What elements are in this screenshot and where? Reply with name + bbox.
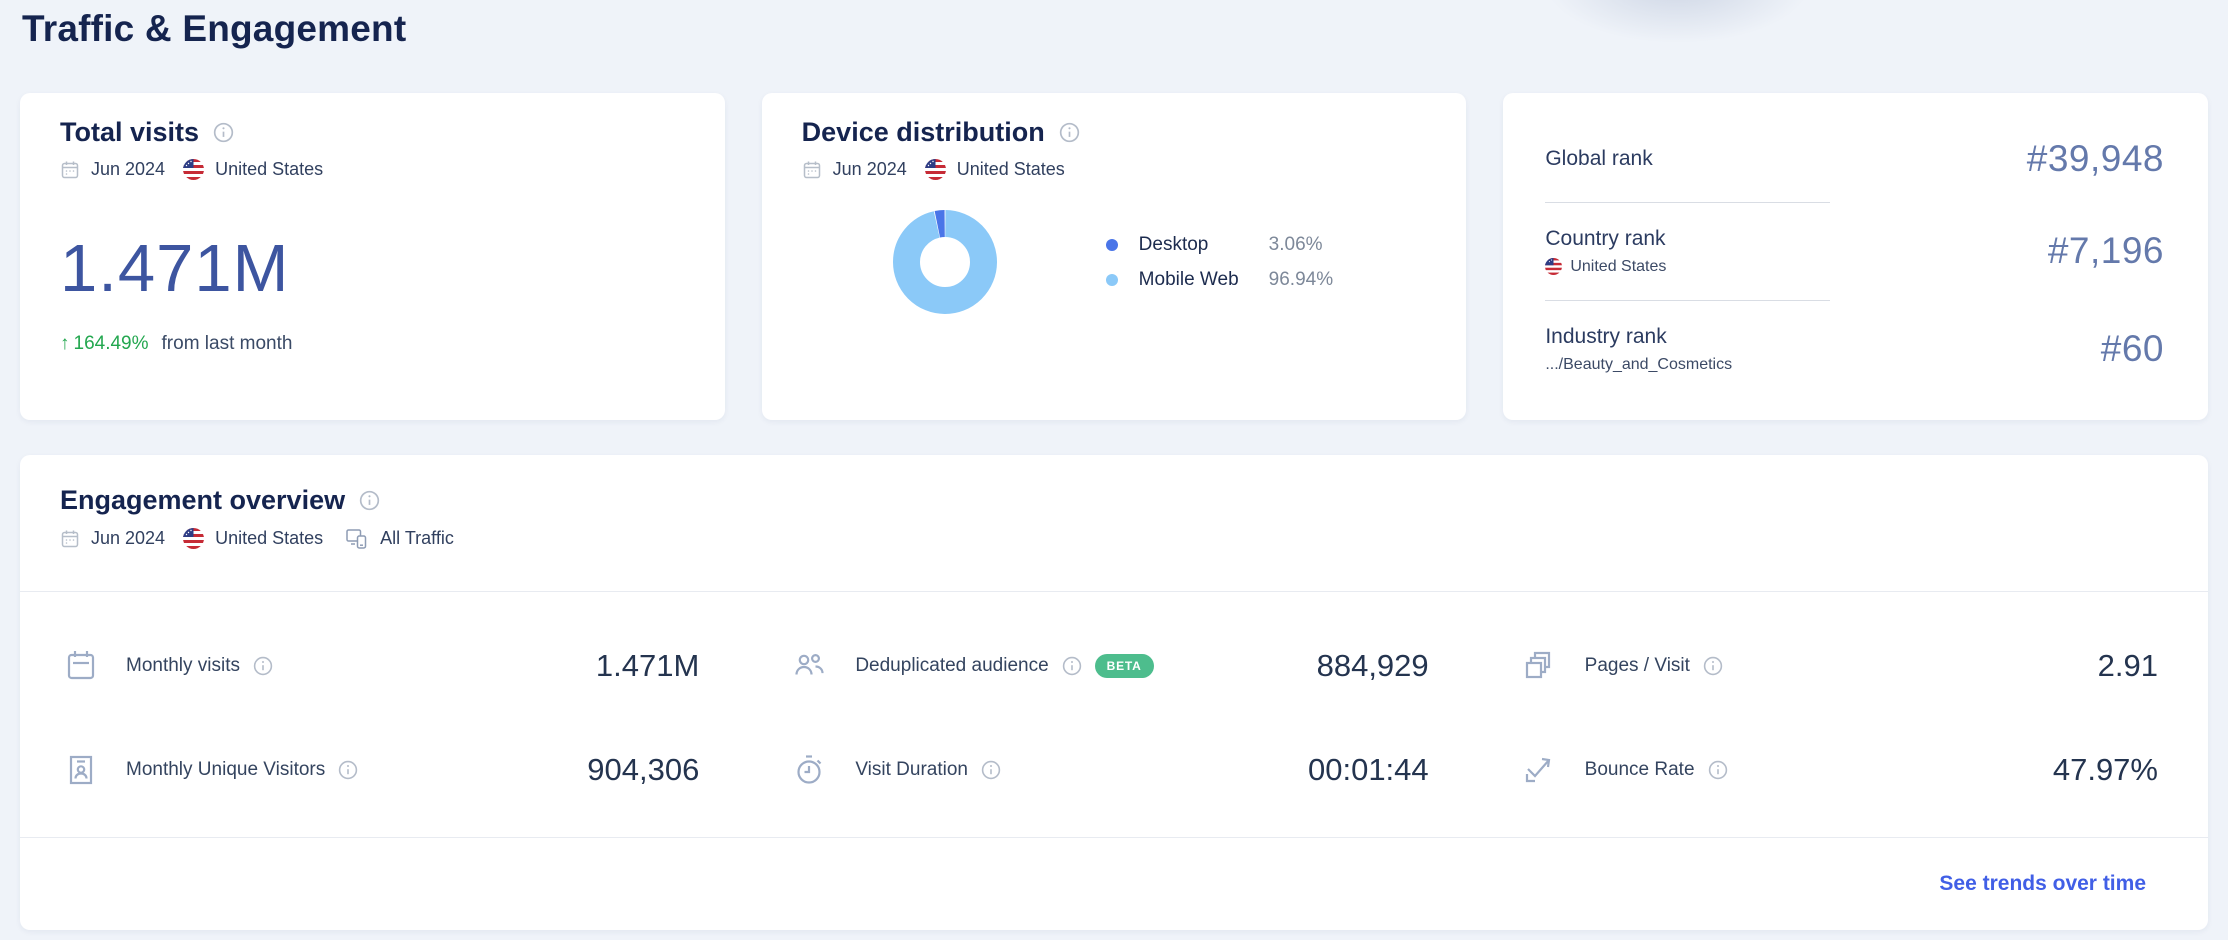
country-rank-row: Country rank United States #7,196 <box>1545 203 2164 300</box>
cutoff-popup-shadow <box>1548 0 1808 42</box>
metric-monthly-visits: Monthly visits 1.471M <box>20 614 749 718</box>
traffic-filter-label: All Traffic <box>380 528 454 548</box>
industry-rank-row: Industry rank .../Beauty_and_Cosmetics #… <box>1545 301 2164 398</box>
period-label: Jun 2024 <box>91 159 166 179</box>
legend-value: 3.06% <box>1268 233 1323 255</box>
country-rank-sub: United States <box>1545 258 1666 276</box>
info-icon[interactable] <box>359 490 380 511</box>
rank-card: Global rank #39,948 Country rank United … <box>1503 93 2209 420</box>
engagement-meta: Jun 2024 United States All Traffic <box>60 527 2168 550</box>
legend-label: Desktop <box>1138 233 1209 255</box>
all-traffic-icon <box>345 527 368 550</box>
metric-label: Deduplicated audience <box>855 655 1049 676</box>
stopwatch-icon <box>793 753 827 787</box>
period-label: Jun 2024 <box>91 528 166 548</box>
summary-cards-row: Total visits Jun 2024 United States 1.47… <box>20 93 2209 420</box>
metric-value: 47.97% <box>2052 752 2158 787</box>
calendar-icon <box>64 649 98 683</box>
legend-value: 96.94% <box>1268 268 1334 290</box>
info-icon[interactable] <box>253 656 273 676</box>
info-icon[interactable] <box>213 122 234 143</box>
metric-label: Monthly visits <box>126 655 241 676</box>
metric-label: Pages / Visit <box>1584 655 1690 676</box>
metric-value: 00:01:44 <box>1307 752 1429 787</box>
info-icon[interactable] <box>1059 122 1080 143</box>
info-icon[interactable] <box>338 760 358 780</box>
beta-badge: BETA <box>1094 654 1154 678</box>
total-visits-card: Total visits Jun 2024 United States 1.47… <box>20 93 725 420</box>
metric-label: Bounce Rate <box>1584 759 1695 780</box>
metric-deduplicated-audience: Deduplicated audience BETA 884,929 <box>749 614 1478 718</box>
info-icon[interactable] <box>1062 656 1082 676</box>
total-visits-meta: Jun 2024 United States <box>60 159 685 180</box>
engagement-title: Engagement overview <box>60 485 346 515</box>
legend-item-mobile-web: Mobile Web 96.94% <box>1105 268 1334 291</box>
country-label: United States <box>215 159 324 179</box>
audience-icon <box>793 649 827 683</box>
total-visits-value: 1.471M <box>60 231 290 306</box>
info-icon[interactable] <box>1708 760 1728 780</box>
info-icon[interactable] <box>981 760 1001 780</box>
device-distribution-title: Device distribution <box>801 117 1045 147</box>
legend-item-desktop: Desktop 3.06% <box>1105 233 1333 256</box>
us-flag-icon <box>183 528 205 549</box>
metric-value: 1.471M <box>595 648 700 683</box>
industry-rank-category: .../Beauty_and_Cosmetics <box>1545 355 1733 373</box>
calendar-icon <box>802 160 822 180</box>
industry-rank-label: Industry rank <box>1545 324 1667 348</box>
metric-visit-duration: Visit Duration 00:01:44 <box>749 718 1478 822</box>
pages-icon <box>1523 649 1557 683</box>
country-rank-label: Country rank <box>1545 226 1666 250</box>
metric-label: Monthly Unique Visitors <box>126 759 326 780</box>
up-arrow-icon: ↑ <box>60 333 70 354</box>
country-rank-value: #7,196 <box>2047 230 2165 271</box>
us-flag-icon <box>1545 258 1563 275</box>
period-label: Jun 2024 <box>832 159 907 179</box>
metric-label: Visit Duration <box>855 759 968 780</box>
total-visits-title: Total visits <box>60 117 200 147</box>
device-donut-chart <box>892 210 997 314</box>
engagement-footer: See trends over time <box>20 837 2208 929</box>
country-label: United States <box>956 159 1065 179</box>
global-rank-label: Global rank <box>1545 146 1653 170</box>
country-label: United States <box>215 528 324 548</box>
change-note: from last month <box>161 333 293 354</box>
page-title: Traffic & Engagement <box>22 8 407 49</box>
calendar-icon <box>60 160 80 180</box>
metric-value: 884,929 <box>1316 648 1429 683</box>
see-trends-link[interactable]: See trends over time <box>1939 872 2146 896</box>
metric-value: 904,306 <box>587 752 700 787</box>
metric-bounce-rate: Bounce Rate 47.97% <box>1479 718 2208 822</box>
engagement-header: Engagement overview Jun 2024 United Stat… <box>20 455 2208 550</box>
metric-pages-per-visit: Pages / Visit 2.91 <box>1479 614 2208 718</box>
metric-monthly-unique-visitors: Monthly Unique Visitors 904,306 <box>20 718 749 822</box>
engagement-metrics-grid: Monthly visits 1.471M Deduplicated audie… <box>20 592 2208 837</box>
change-percent: 164.49% <box>73 333 149 354</box>
global-rank-row: Global rank #39,948 <box>1545 116 2164 202</box>
global-rank-value: #39,948 <box>2026 137 2165 179</box>
desktop-dot-icon <box>1105 238 1118 251</box>
device-distribution-meta: Jun 2024 United States <box>802 159 1427 180</box>
country-rank-country: United States <box>1570 257 1667 275</box>
industry-rank-value: #60 <box>2100 328 2165 369</box>
device-legend: Desktop 3.06% Mobile Web 96.94% <box>1105 233 1334 291</box>
metric-value: 2.91 <box>2097 648 2158 683</box>
us-flag-icon <box>924 159 946 180</box>
legend-label: Mobile Web <box>1138 268 1239 290</box>
us-flag-icon <box>183 159 205 180</box>
device-distribution-card: Device distribution Jun 2024 United Stat… <box>761 93 1467 420</box>
info-icon[interactable] <box>1703 656 1723 676</box>
calendar-icon <box>60 529 80 549</box>
id-card-icon <box>64 753 98 787</box>
total-visits-change: ↑ 164.49% from last month <box>60 333 685 355</box>
mobile-web-dot-icon <box>1105 273 1118 286</box>
engagement-overview-card: Engagement overview Jun 2024 United Stat… <box>20 455 2208 930</box>
device-donut-area: Desktop 3.06% Mobile Web 96.94% <box>802 210 1427 314</box>
bounce-icon <box>1523 753 1557 787</box>
